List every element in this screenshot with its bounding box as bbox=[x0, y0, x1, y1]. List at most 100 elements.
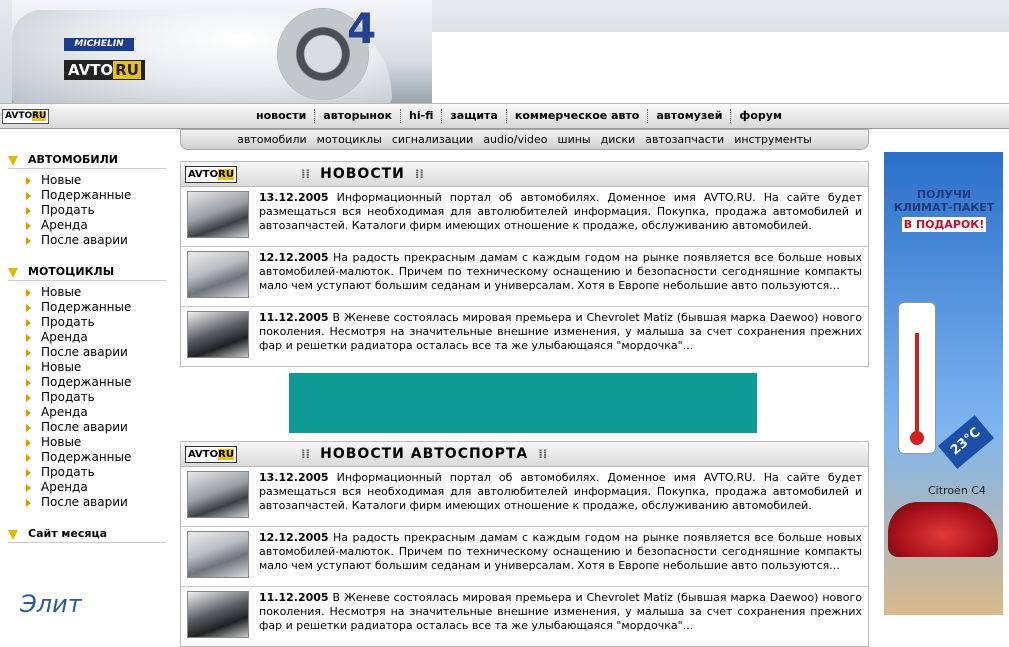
header-blank-area bbox=[432, 32, 1009, 103]
sidebar-link[interactable]: Подержанные bbox=[26, 450, 170, 465]
sidebar-link-label: Продать bbox=[41, 390, 95, 404]
news-item[interactable]: 13.12.2005 Информационный портал об авто… bbox=[181, 187, 868, 247]
sidebar-link[interactable]: После аварии bbox=[26, 233, 170, 248]
michelin-sticker: MICHELIN bbox=[64, 38, 134, 51]
subnav-item[interactable]: сигнализации bbox=[387, 133, 478, 146]
sidebar-section: АВТОМОБИЛИ Новые Подержанные Продать Аренда П… bbox=[8, 150, 170, 248]
subnav-item[interactable]: мотоциклы bbox=[312, 133, 387, 146]
sidebar-link[interactable]: Продать bbox=[26, 465, 170, 480]
sidebar-section-title: МОТОЦИКЛЫ bbox=[28, 264, 115, 278]
sport-title-text: НОВОСТИ АВТОСПОРТА bbox=[320, 446, 529, 462]
sidebar-link[interactable]: Подержанные bbox=[26, 300, 170, 315]
sidebar-link-label: Новые bbox=[41, 285, 82, 299]
news-thumbnail[interactable] bbox=[187, 311, 249, 358]
temperature-badge: 23°C bbox=[937, 415, 995, 469]
sidebar-link[interactable]: Новые bbox=[26, 435, 170, 450]
arrow-down-icon bbox=[8, 156, 18, 166]
nav-item[interactable]: автомузей bbox=[648, 109, 732, 123]
bullet-arrow-icon bbox=[26, 333, 31, 342]
sidebar-link[interactable]: Аренда bbox=[26, 405, 170, 420]
news-text: 12.12.2005 На радость прекрасным дамам с… bbox=[259, 251, 862, 302]
news-title-text: НОВОСТИ bbox=[320, 166, 405, 182]
sidebar-link[interactable]: Подержанные bbox=[26, 375, 170, 390]
right-ad-banner[interactable]: ПОЛУЧИ КЛИМАТ-ПАКЕТ В ПОДАРОК! 23°C Citr… bbox=[884, 152, 1003, 615]
sidebar-section-header: Сайт месяца bbox=[8, 524, 166, 543]
sidebar-link[interactable]: Новые bbox=[26, 360, 170, 375]
nav-logo-right: RU bbox=[32, 111, 47, 121]
sidebar-link-label: Аренда bbox=[41, 330, 88, 344]
news-item[interactable]: 12.12.2005 На радость прекрасным дамам с… bbox=[181, 527, 868, 587]
news-body: В Женеве состоялась мировая премьера и C… bbox=[259, 591, 862, 632]
sidebar-link-label: Аренда bbox=[41, 405, 88, 419]
news-date: 12.12.2005 bbox=[259, 531, 329, 544]
arrow-down-icon bbox=[8, 268, 18, 278]
sidebar-link[interactable]: Продать bbox=[26, 203, 170, 218]
dots-icon: ⁞⁞ bbox=[301, 167, 311, 181]
sidebar-link[interactable]: После аварии bbox=[26, 420, 170, 435]
sidebar-link[interactable]: Аренда bbox=[26, 480, 170, 495]
subnav-item[interactable]: инструменты bbox=[729, 133, 817, 146]
site-of-month-logo[interactable]: Элит bbox=[20, 590, 150, 620]
sidebar-link[interactable]: Подержанные bbox=[26, 188, 170, 203]
nav-logo[interactable]: AVTORU bbox=[2, 109, 50, 124]
sport-news-list: 13.12.2005 Информационный портал об авто… bbox=[181, 467, 868, 646]
sport-logo-right: RU bbox=[218, 449, 234, 460]
subnav-item[interactable]: автозапчасти bbox=[640, 133, 729, 146]
nav-item[interactable]: коммерческое авто bbox=[507, 109, 649, 123]
dots-icon: ⁞⁞ bbox=[301, 447, 311, 461]
sidebar-link[interactable]: Новые bbox=[26, 285, 170, 300]
ad-headline: ПОЛУЧИ КЛИМАТ-ПАКЕТ В ПОДАРОК! bbox=[890, 188, 998, 232]
sidebar-link[interactable]: Новые bbox=[26, 173, 170, 188]
sidebar-link-label: Продать bbox=[41, 315, 95, 329]
sidebar-link[interactable]: После аварии bbox=[26, 345, 170, 360]
sidebar-link[interactable]: Продать bbox=[26, 315, 170, 330]
nav-item[interactable]: защита bbox=[442, 109, 507, 123]
news-logo-left: AVTO bbox=[188, 169, 219, 180]
subnav-item[interactable]: диски bbox=[596, 133, 641, 146]
news-thumbnail[interactable] bbox=[187, 531, 249, 578]
news-item[interactable]: 11.12.2005 В Женеве состоялась мировая п… bbox=[181, 307, 868, 366]
bullet-arrow-icon bbox=[26, 393, 31, 402]
news-thumbnail[interactable] bbox=[187, 251, 249, 298]
news-body: Информационный портал об автомобилях. До… bbox=[259, 471, 862, 512]
subnav-item[interactable]: шины bbox=[553, 133, 596, 146]
nav-item[interactable]: авторынок bbox=[315, 109, 402, 123]
news-item[interactable]: 11.12.2005 В Женеве состоялась мировая п… bbox=[181, 587, 868, 646]
news-text: 13.12.2005 Информационный портал об авто… bbox=[259, 191, 862, 242]
nav-item[interactable]: hi-fi bbox=[401, 109, 443, 123]
bullet-arrow-icon bbox=[26, 468, 31, 477]
middle-banner[interactable] bbox=[289, 373, 757, 433]
news-date: 12.12.2005 bbox=[259, 251, 329, 264]
news-list: 13.12.2005 Информационный портал об авто… bbox=[181, 187, 868, 366]
news-thumbnail[interactable] bbox=[187, 191, 249, 238]
sidebar-link[interactable]: После аварии bbox=[26, 495, 170, 510]
sidebar-section: МОТОЦИКЛЫ Новые Подержанные Продать Аренда По… bbox=[8, 262, 170, 510]
news-thumbnail[interactable] bbox=[187, 471, 249, 518]
sidebar-section-header: МОТОЦИКЛЫ bbox=[8, 262, 166, 281]
nav-item[interactable]: новости bbox=[248, 109, 316, 123]
news-item[interactable]: 13.12.2005 Информационный портал об авто… bbox=[181, 467, 868, 527]
sidebar-section-header: АВТОМОБИЛИ bbox=[8, 150, 166, 169]
ad-car-image bbox=[888, 502, 998, 557]
race-number: 4 bbox=[347, 4, 377, 53]
subnav-item[interactable]: автомобили bbox=[232, 133, 312, 146]
sidebar-link-label: Новые bbox=[41, 360, 82, 374]
nav-item[interactable]: форум bbox=[731, 109, 790, 123]
sidebar-list: Новые Подержанные Продать Аренда После авари… bbox=[8, 173, 170, 248]
sidebar-section-title: Сайт месяца bbox=[28, 526, 108, 540]
sport-logo-left: AVTO bbox=[188, 449, 219, 460]
nav-items: новости авторынок hi-fi защита коммерческое … bbox=[248, 104, 790, 128]
sidebar-link[interactable]: Продать bbox=[26, 390, 170, 405]
news-body: Информационный портал об автомобилях. До… bbox=[259, 191, 862, 232]
sidebar-link-label: После аварии bbox=[41, 420, 128, 434]
bullet-arrow-icon bbox=[26, 453, 31, 462]
sidebar-link-label: Новые bbox=[41, 435, 82, 449]
news-item[interactable]: 12.12.2005 На радость прекрасным дамам с… bbox=[181, 247, 868, 307]
bullet-arrow-icon bbox=[26, 303, 31, 312]
thermometer-icon bbox=[898, 302, 936, 454]
sidebar-link[interactable]: Аренда bbox=[26, 218, 170, 233]
site-logo[interactable]: AVTO RU bbox=[64, 60, 145, 80]
subnav-item[interactable]: audio/video bbox=[478, 133, 552, 146]
dots-icon: ⁞⁞ bbox=[414, 167, 424, 181]
sidebar-link[interactable]: Аренда bbox=[26, 330, 170, 345]
